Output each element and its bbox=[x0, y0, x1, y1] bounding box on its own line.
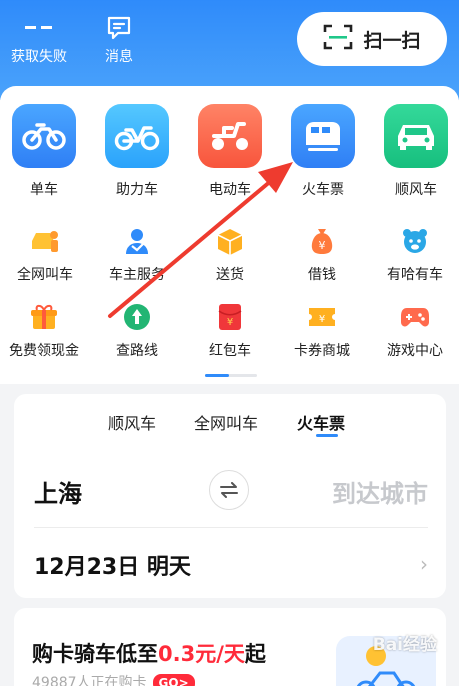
service-carpool[interactable]: 顺风车 bbox=[376, 104, 456, 199]
promo-subtitle: 49887人正在购卡 GO> bbox=[32, 672, 195, 686]
promo-price: 0.3元/天 bbox=[158, 642, 245, 666]
service-coupon-mall[interactable]: ¥ 卡券商城 bbox=[276, 302, 368, 360]
service-label: 卡券商城 bbox=[294, 343, 350, 359]
service-label: 单车 bbox=[30, 182, 58, 198]
service-label: 红包车 bbox=[209, 343, 251, 359]
promo-title-suffix: 起 bbox=[244, 642, 266, 666]
service-label: 火车票 bbox=[302, 182, 344, 198]
tab-taxi-call[interactable]: 全网叫车 bbox=[194, 410, 258, 434]
bicycle-icon bbox=[12, 104, 76, 168]
promo-title: 购卡骑车低至0.3元/天起 bbox=[32, 638, 266, 668]
service-label: 送货 bbox=[216, 267, 244, 283]
active-tab-indicator bbox=[316, 434, 338, 437]
go-button[interactable]: GO> bbox=[152, 674, 195, 686]
service-red-envelope-car[interactable]: ¥ 红包车 bbox=[184, 302, 276, 360]
service-car-owner[interactable]: 车主服务 bbox=[91, 226, 183, 284]
promo-subtitle-text: 49887人正在购卡 bbox=[32, 675, 147, 686]
service-ebike[interactable]: 助力车 bbox=[97, 104, 177, 199]
to-city-field[interactable]: 到达城市 bbox=[332, 474, 428, 509]
promo-title-prefix: 购卡骑车低至 bbox=[32, 642, 158, 666]
from-city[interactable]: 上海 bbox=[34, 474, 82, 509]
service-label: 顺风车 bbox=[395, 182, 437, 198]
coupon-icon: ¥ bbox=[306, 302, 338, 332]
scan-label: 扫一扫 bbox=[363, 29, 421, 52]
delivery-box-icon bbox=[214, 226, 246, 256]
service-label: 免费领现金 bbox=[9, 343, 79, 359]
service-game-center[interactable]: 游戏中心 bbox=[369, 302, 459, 360]
tab-train-ticket[interactable]: 火车票 bbox=[297, 410, 345, 434]
service-loan[interactable]: ¥ 借钱 bbox=[276, 226, 368, 284]
service-scooter[interactable]: 电动车 bbox=[190, 104, 270, 199]
service-label: 借钱 bbox=[308, 267, 336, 283]
service-free-cash[interactable]: 免费领现金 bbox=[0, 302, 90, 360]
page-indicator bbox=[205, 374, 257, 377]
ticket-card: 顺风车 全网叫车 火车票 上海 到达城市 12月23日 明天 › bbox=[14, 394, 446, 598]
service-label: 车主服务 bbox=[109, 267, 165, 283]
svg-text:¥: ¥ bbox=[227, 317, 233, 328]
service-label: 游戏中心 bbox=[387, 343, 443, 359]
location-status[interactable]: 获取失败 bbox=[4, 12, 74, 66]
svg-text:¥: ¥ bbox=[319, 239, 326, 252]
bear-icon bbox=[399, 226, 431, 256]
service-label: 助力车 bbox=[116, 182, 158, 198]
ebike-icon bbox=[105, 104, 169, 168]
tab-carpool[interactable]: 顺风车 bbox=[108, 410, 156, 434]
swap-cities-button[interactable] bbox=[209, 470, 249, 510]
route-icon bbox=[121, 302, 153, 332]
scooter-icon bbox=[198, 104, 262, 168]
service-bicycle[interactable]: 单车 bbox=[4, 104, 84, 199]
gamepad-icon bbox=[399, 302, 431, 332]
service-taxi-call[interactable]: 全网叫车 bbox=[0, 226, 91, 284]
service-label: 查路线 bbox=[116, 343, 158, 359]
service-delivery[interactable]: 送货 bbox=[184, 226, 276, 284]
departure-date[interactable]: 12月23日 明天 bbox=[34, 549, 191, 581]
divider bbox=[34, 527, 428, 528]
scan-icon bbox=[323, 24, 353, 55]
service-label: 有哈有车 bbox=[387, 267, 443, 283]
location-status-label: 获取失败 bbox=[11, 49, 67, 65]
car-owner-icon bbox=[121, 226, 153, 256]
message-icon bbox=[84, 12, 154, 44]
money-bag-icon: ¥ bbox=[306, 226, 338, 256]
messages-button[interactable]: 消息 bbox=[84, 12, 154, 66]
car-icon bbox=[384, 104, 448, 168]
messages-label: 消息 bbox=[105, 49, 133, 65]
gift-icon bbox=[28, 302, 60, 332]
service-train[interactable]: 火车票 bbox=[283, 104, 363, 199]
service-label: 全网叫车 bbox=[17, 267, 73, 283]
scan-button[interactable]: 扫一扫 bbox=[297, 12, 447, 66]
location-status-icon bbox=[4, 12, 74, 44]
service-route[interactable]: 查路线 bbox=[91, 302, 183, 360]
watermark-logo: Bai经验 bbox=[372, 635, 437, 655]
swap-icon bbox=[220, 482, 238, 498]
service-youha-car[interactable]: 有哈有车 bbox=[369, 226, 459, 284]
svg-text:¥: ¥ bbox=[319, 314, 325, 325]
red-envelope-icon: ¥ bbox=[214, 302, 246, 332]
top-header: 获取失败 消息 扫一扫 bbox=[0, 0, 459, 100]
taxi-call-icon bbox=[29, 226, 61, 256]
chevron-right-icon[interactable]: › bbox=[420, 552, 428, 576]
train-icon bbox=[291, 104, 355, 168]
service-label: 电动车 bbox=[209, 182, 251, 198]
